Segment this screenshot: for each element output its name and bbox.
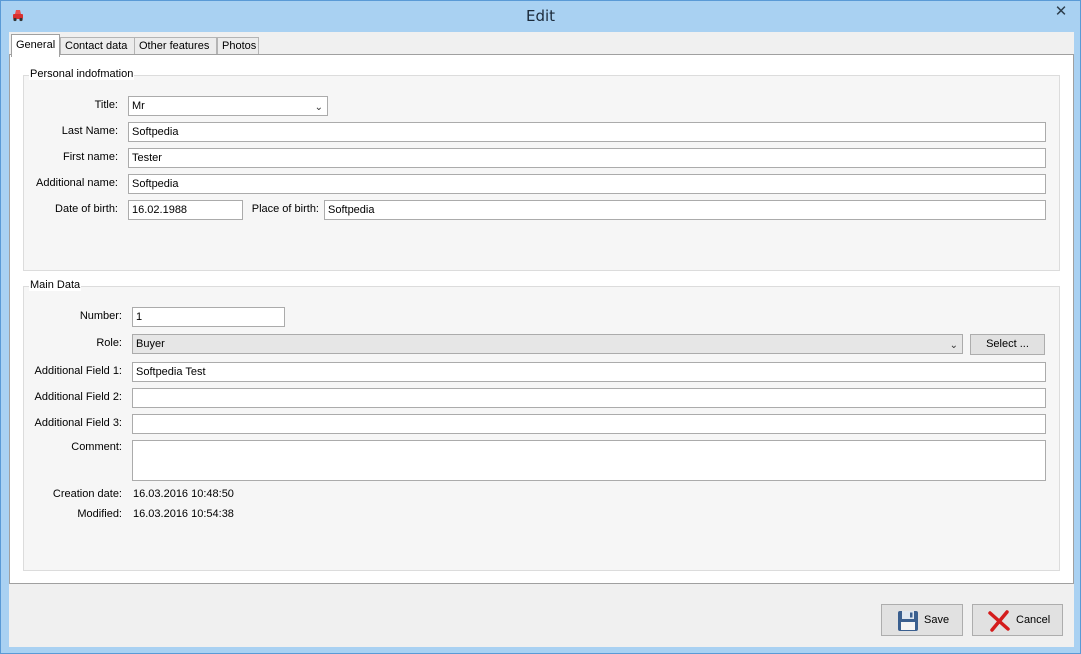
- cancel-button[interactable]: Cancel: [972, 604, 1063, 636]
- additional-field-2-input[interactable]: [132, 388, 1046, 408]
- red-x-icon: [988, 610, 1010, 632]
- place-of-birth-input[interactable]: [324, 200, 1046, 220]
- personal-info-group: Personal indofmation Title: Mr ⌄ Last Na…: [23, 68, 1060, 271]
- save-button-label: Save: [924, 614, 950, 626]
- dialog-client: General Contact data Other features Phot…: [9, 32, 1074, 647]
- last-name-input[interactable]: [128, 122, 1046, 142]
- number-label: Number:: [79, 310, 122, 322]
- close-icon[interactable]: ✕: [1048, 2, 1074, 22]
- main-data-group: Main Data Number: Role: Buyer ⌄ Select .…: [23, 279, 1060, 571]
- first-name-input[interactable]: [128, 148, 1046, 168]
- modified-value: 16.03.2016 10:54:38: [133, 508, 234, 520]
- additional-name-label: Additional name:: [36, 177, 118, 189]
- creation-date-value: 16.03.2016 10:48:50: [133, 488, 234, 500]
- role-select-value: Buyer: [136, 338, 165, 350]
- comment-label: Comment:: [71, 441, 122, 453]
- edit-window: Edit ✕ General Contact data Other featur…: [0, 0, 1081, 654]
- additional-field-1-label: Additional Field 1:: [34, 365, 122, 377]
- role-select[interactable]: Buyer ⌄: [132, 334, 963, 354]
- select-role-button[interactable]: Select ...: [970, 334, 1045, 355]
- last-name-label: Last Name:: [61, 125, 118, 137]
- chevron-down-icon: ⌄: [949, 340, 958, 351]
- title-bar[interactable]: Edit ✕: [1, 1, 1080, 31]
- creation-date-label: Creation date:: [52, 488, 122, 500]
- chevron-down-icon: ⌄: [314, 102, 323, 113]
- first-name-label: First name:: [62, 151, 118, 163]
- cancel-button-label: Cancel: [1016, 614, 1051, 626]
- save-button[interactable]: Save: [881, 604, 963, 636]
- role-label: Role:: [96, 337, 122, 349]
- comment-textarea[interactable]: [132, 440, 1046, 481]
- personal-info-legend: Personal indofmation: [29, 68, 135, 80]
- general-tab-page: Personal indofmation Title: Mr ⌄ Last Na…: [9, 54, 1074, 584]
- additional-field-2-label: Additional Field 2:: [34, 391, 122, 403]
- place-of-birth-label: Place of birth:: [251, 203, 319, 215]
- date-of-birth-label: Date of birth:: [55, 203, 118, 215]
- additional-field-3-label: Additional Field 3:: [34, 417, 122, 429]
- window-title: Edit: [525, 7, 556, 25]
- modified-label: Modified:: [77, 508, 122, 520]
- date-of-birth-input[interactable]: [128, 200, 243, 220]
- additional-field-1-input[interactable]: [132, 362, 1046, 382]
- additional-field-3-input[interactable]: [132, 414, 1046, 434]
- number-input[interactable]: [132, 307, 285, 327]
- title-select[interactable]: Mr ⌄: [128, 96, 328, 116]
- title-select-value: Mr: [132, 100, 145, 112]
- title-label: Title:: [94, 99, 118, 111]
- floppy-disk-icon: [898, 611, 918, 631]
- additional-name-input[interactable]: [128, 174, 1046, 194]
- main-data-legend: Main Data: [29, 279, 82, 291]
- tab-general[interactable]: General: [11, 34, 60, 57]
